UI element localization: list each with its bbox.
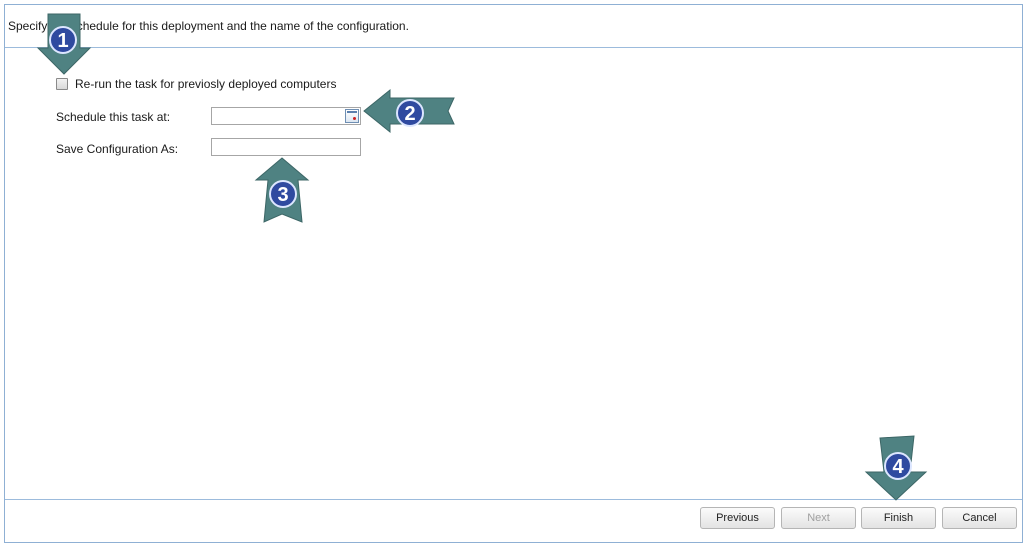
wizard-header: Specify the schedule for this deployment… <box>5 5 1022 48</box>
up-arrow-icon: 3 <box>254 157 310 223</box>
next-button[interactable]: Next <box>781 507 856 529</box>
calendar-icon[interactable] <box>345 109 359 123</box>
cancel-button[interactable]: Cancel <box>942 507 1017 529</box>
callout-number: 4 <box>892 456 904 478</box>
down-arrow-icon: 1 <box>36 13 92 75</box>
schedule-input[interactable] <box>211 107 361 125</box>
left-arrow-icon: 2 <box>363 88 455 134</box>
save-config-label: Save Configuration As: <box>56 142 179 156</box>
callout-number: 3 <box>277 184 288 206</box>
save-config-input[interactable] <box>211 138 361 156</box>
callout-number: 1 <box>57 30 68 52</box>
wizard-footer: Previous Next Finish Cancel <box>5 499 1022 544</box>
callout-1: 1 <box>34 12 94 78</box>
rerun-label: Re-run the task for previosly deployed c… <box>75 77 337 91</box>
wizard-content: Re-run the task for previosly deployed c… <box>5 49 1022 499</box>
callout-3: 3 <box>254 156 312 224</box>
callout-4: 4 <box>864 434 930 502</box>
rerun-checkbox[interactable] <box>56 78 68 90</box>
finish-button[interactable]: Finish <box>861 507 936 529</box>
rerun-row[interactable]: Re-run the task for previosly deployed c… <box>56 77 336 91</box>
callout-number: 2 <box>404 103 415 125</box>
callout-2: 2 <box>362 88 458 134</box>
schedule-label: Schedule this task at: <box>56 110 171 124</box>
down-arrow-icon: 4 <box>864 435 928 501</box>
previous-button[interactable]: Previous <box>700 507 775 529</box>
